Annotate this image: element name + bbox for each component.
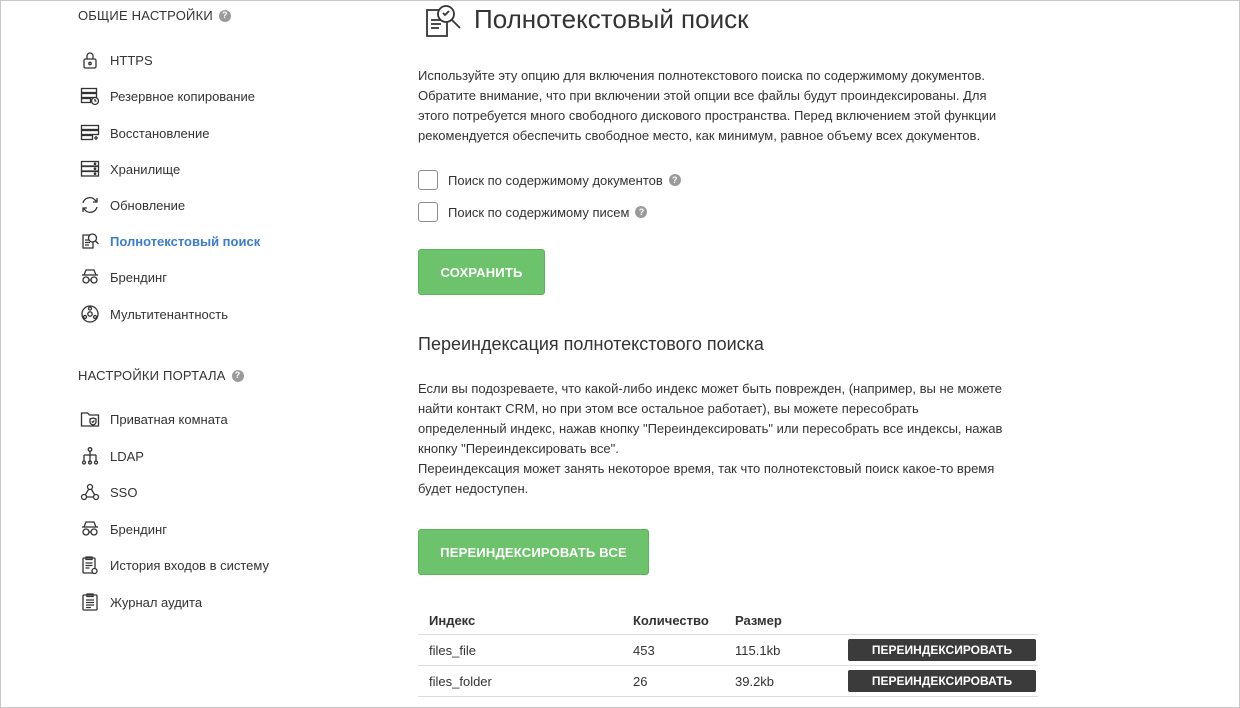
table-row: files_file 453 115.1kb ПЕРЕИНДЕКСИРОВАТЬ bbox=[418, 635, 1038, 666]
update-icon bbox=[80, 195, 100, 215]
sidebar-item-portal-branding[interactable]: Брендинг bbox=[80, 519, 167, 539]
backup-icon bbox=[80, 86, 100, 106]
help-icon[interactable]: ? bbox=[668, 174, 681, 186]
sidebar-item-sso[interactable]: SSO bbox=[80, 482, 137, 502]
reindex-button[interactable]: ПЕРЕИНДЕКСИРОВАТЬ bbox=[848, 670, 1036, 692]
sidebar-item-fulltext-search[interactable]: Полнотекстовый поиск bbox=[80, 231, 260, 251]
fulltext-search-icon bbox=[80, 231, 100, 251]
audit-log-icon bbox=[80, 592, 100, 612]
mail-search-checkbox[interactable] bbox=[418, 202, 438, 222]
sidebar-item-backup[interactable]: Резервное копирование bbox=[80, 86, 255, 106]
index-count: 453 bbox=[633, 642, 655, 658]
reindex-all-button[interactable]: ПЕРЕИНДЕКСИРОВАТЬ ВСЕ bbox=[418, 529, 649, 575]
documents-search-checkbox[interactable] bbox=[418, 170, 438, 190]
header-index: Индекс bbox=[429, 612, 476, 628]
login-history-icon bbox=[80, 555, 100, 575]
help-icon[interactable]: ? bbox=[218, 9, 231, 22]
checkbox-row-documents: Поиск по содержимому документов ? bbox=[418, 170, 681, 190]
sso-icon bbox=[80, 482, 100, 502]
checkbox-row-mail: Поиск по содержимому писем ? bbox=[418, 202, 648, 222]
restore-icon bbox=[80, 123, 100, 143]
portal-settings-title: НАСТРОЙКИ ПОРТАЛА ? bbox=[78, 368, 244, 383]
sidebar-item-ldap[interactable]: LDAP bbox=[80, 446, 144, 466]
sidebar-item-https[interactable]: HTTPS bbox=[80, 50, 153, 70]
index-size: 39.2kb bbox=[735, 673, 775, 689]
sidebar-item-multitenancy[interactable]: Мультитенантность bbox=[80, 304, 228, 324]
storage-icon bbox=[80, 159, 100, 179]
reindex-description: Если вы подозреваете, что какой-либо инд… bbox=[418, 381, 1003, 496]
sidebar-item-audit-log[interactable]: Журнал аудита bbox=[80, 592, 202, 612]
index-name: files_file bbox=[429, 642, 476, 658]
private-room-icon bbox=[80, 409, 100, 429]
index-size: 115.1kb bbox=[735, 642, 781, 658]
lock-icon bbox=[80, 50, 100, 70]
sidebar-item-update[interactable]: Обновление bbox=[80, 195, 185, 215]
reindex-title: Переиндексация полнотекстового поиска bbox=[418, 334, 764, 354]
save-button[interactable]: СОХРАНИТЬ bbox=[418, 249, 545, 295]
ldap-icon bbox=[80, 446, 100, 466]
index-name: files_folder bbox=[429, 673, 492, 689]
header-count: Количество bbox=[633, 612, 709, 628]
sidebar-item-private-room[interactable]: Приватная комната bbox=[80, 409, 228, 429]
sidebar-item-branding[interactable]: Брендинг bbox=[80, 267, 167, 287]
description: Используйте эту опцию для включения полн… bbox=[418, 68, 997, 143]
help-icon[interactable]: ? bbox=[635, 206, 648, 218]
mail-search-label[interactable]: Поиск по содержимому писем bbox=[448, 205, 629, 220]
branding-icon bbox=[80, 519, 100, 539]
reindex-button[interactable]: ПЕРЕИНДЕКСИРОВАТЬ bbox=[848, 639, 1036, 661]
fulltext-search-icon bbox=[422, 2, 466, 40]
index-count: 26 bbox=[633, 673, 648, 689]
branding-icon bbox=[80, 267, 100, 287]
table-row: files_folder 26 39.2kb ПЕРЕИНДЕКСИРОВАТЬ bbox=[418, 666, 1038, 697]
sidebar-item-storage[interactable]: Хранилище bbox=[80, 159, 180, 179]
page-title: Полнотекстовый поиск bbox=[474, 4, 749, 34]
general-settings-title: ОБЩИЕ НАСТРОЙКИ ? bbox=[78, 8, 231, 23]
table-header: Индекс Количество Размер bbox=[418, 606, 1038, 635]
sidebar-item-login-history[interactable]: История входов в систему bbox=[80, 555, 269, 575]
documents-search-label[interactable]: Поиск по содержимому документов bbox=[448, 173, 663, 188]
help-icon[interactable]: ? bbox=[231, 369, 244, 382]
multitenancy-icon bbox=[80, 304, 100, 324]
index-table: Индекс Количество Размер files_file 453 … bbox=[418, 606, 1038, 697]
sidebar-item-restore[interactable]: Восстановление bbox=[80, 123, 209, 143]
header-size: Размер bbox=[735, 612, 782, 628]
